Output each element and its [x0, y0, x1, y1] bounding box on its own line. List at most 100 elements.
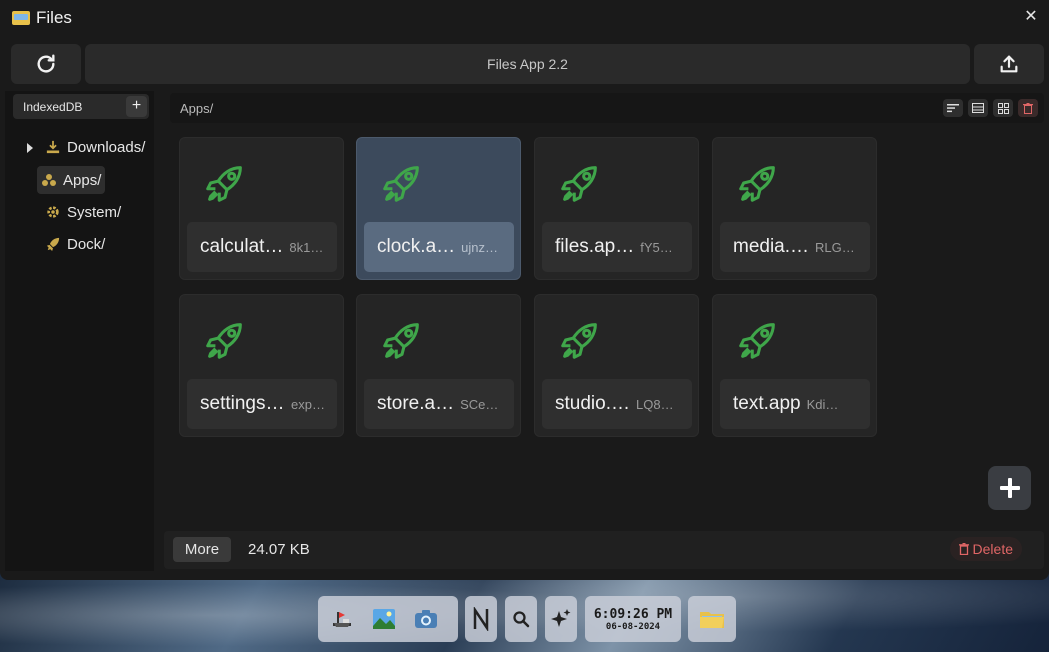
file-id: fY5M9…: [640, 239, 680, 255]
storage-label: IndexedDB: [23, 99, 83, 114]
sidebar-item-label: Apps/: [63, 171, 102, 189]
file-name: settings.…: [200, 393, 285, 414]
file-card[interactable]: settings.… exp…: [179, 294, 344, 437]
title-bar: Files ✕: [0, 0, 1049, 36]
download-icon: [45, 139, 61, 155]
trash-icon: [958, 543, 969, 555]
expand-arrow-icon[interactable]: [27, 143, 33, 153]
sort-icon: [947, 104, 959, 113]
app-title-bar: Files App 2.2: [85, 44, 970, 84]
rocket-icon: [739, 323, 775, 359]
current-path: Apps/: [180, 100, 214, 116]
list-view-button[interactable]: [968, 99, 988, 117]
window-title: Files: [36, 8, 72, 27]
file-label: settings.… exp…: [187, 379, 337, 429]
apps-icon: [41, 172, 57, 188]
status-bar: More 24.07 KB Delete: [164, 531, 1044, 569]
folder-icon: [12, 11, 30, 25]
sidebar-item-system[interactable]: System/: [41, 198, 125, 226]
files-window: Files ✕ Files App 2.2 IndexedDB + Downlo…: [0, 0, 1049, 580]
delete-label: Delete: [972, 541, 1013, 557]
rocket-icon: [561, 166, 597, 202]
total-size: 24.07 KB: [248, 541, 310, 558]
trash-icon: [1023, 102, 1033, 114]
delete-button[interactable]: Delete: [949, 537, 1022, 561]
taskbar-search: [505, 596, 537, 642]
sidebar-item-apps[interactable]: Apps/: [37, 166, 106, 194]
file-label: media.… RLGH…: [720, 222, 870, 272]
taskbar-app-photos[interactable]: [366, 601, 402, 637]
gear-icon: [45, 204, 61, 220]
file-label: calculat… 8k1s…: [187, 222, 337, 272]
rocket-icon: [561, 323, 597, 359]
sidebar-item-label: Dock/: [67, 235, 106, 253]
file-name: store.a…: [377, 393, 455, 414]
rocket-icon: [383, 323, 419, 359]
file-id: 8k1s…: [289, 239, 330, 255]
rocket-icon: [383, 166, 419, 202]
clock-time: 6:09:26 PM: [593, 606, 673, 622]
file-card[interactable]: store.a… SCeU…: [356, 294, 521, 437]
taskbar-ai: [545, 596, 577, 642]
list-view-icon: [972, 103, 984, 113]
taskbar-app-notes[interactable]: [465, 601, 497, 637]
rocket-icon: [45, 236, 61, 252]
add-storage-button[interactable]: +: [126, 96, 147, 117]
taskbar-app-files[interactable]: [688, 601, 736, 637]
file-card[interactable]: media.… RLGH…: [712, 137, 877, 280]
file-id: exp…: [291, 396, 325, 412]
file-label: text.app KdiPaA: [720, 379, 870, 429]
file-label: store.a… SCeU…: [364, 379, 514, 429]
ai-assistant-button[interactable]: [545, 601, 577, 637]
file-card[interactable]: text.app KdiPaA: [712, 294, 877, 437]
trash-view-button[interactable]: [1018, 99, 1038, 117]
file-label: clock.a… ujnz…: [364, 222, 514, 272]
grid-view-icon: [997, 102, 1009, 114]
sidebar-item-label: Downloads/: [67, 138, 146, 156]
taskbar-app-launcher[interactable]: [324, 601, 360, 637]
close-button[interactable]: ✕: [1021, 7, 1041, 27]
storage-selector[interactable]: IndexedDB +: [13, 94, 149, 119]
sidebar: IndexedDB + Downloads/ Apps/ System/ Doc…: [5, 91, 154, 571]
file-id: LQ8p…: [635, 396, 676, 412]
refresh-button[interactable]: [11, 44, 81, 84]
upload-icon: [1000, 55, 1018, 73]
taskbar-clock[interactable]: 6:09:26 PM 06-08-2024: [585, 596, 681, 642]
image-icon: [373, 609, 395, 629]
add-file-button[interactable]: [988, 466, 1031, 510]
taskbar-apps: [318, 596, 458, 642]
more-button[interactable]: More: [173, 537, 231, 562]
rocket-icon: [206, 323, 242, 359]
boat-icon: [333, 612, 351, 627]
file-name: text.app: [733, 393, 801, 414]
search-icon: [513, 611, 530, 628]
sidebar-item-dock[interactable]: Dock/: [41, 230, 109, 258]
sparkle-icon: [551, 609, 571, 627]
folder-icon: [700, 612, 724, 628]
grid-view-button[interactable]: [993, 99, 1013, 117]
n-logo-icon: [473, 607, 489, 631]
file-name: studio.…: [555, 393, 630, 414]
file-id: KdiPaA: [806, 396, 847, 412]
sidebar-item-label: System/: [67, 203, 122, 221]
path-bar: Apps/: [170, 93, 1044, 123]
file-id: SCeU…: [460, 396, 500, 412]
sort-button[interactable]: [943, 99, 963, 117]
file-id: ujnz…: [461, 239, 498, 255]
file-card[interactable]: calculat… 8k1s…: [179, 137, 344, 280]
file-browser-main: Apps/ calculat… 8k1s… clock.a… ujnz… fil…: [162, 91, 1044, 571]
file-label: files.ap… fY5M9…: [542, 222, 692, 272]
taskbar-app-camera[interactable]: [408, 601, 444, 637]
file-card[interactable]: studio.… LQ8p…: [534, 294, 699, 437]
file-label: studio.… LQ8p…: [542, 379, 692, 429]
file-card[interactable]: files.ap… fY5M9…: [534, 137, 699, 280]
file-card[interactable]: clock.a… ujnz…: [356, 137, 521, 280]
search-button[interactable]: [505, 601, 537, 637]
sidebar-item-downloads[interactable]: Downloads/: [41, 133, 149, 161]
file-name: calculat…: [200, 236, 284, 257]
file-name: media.…: [733, 236, 810, 257]
taskbar-running: [688, 596, 736, 642]
rocket-icon: [206, 166, 242, 202]
upload-button[interactable]: [974, 44, 1044, 84]
clock-date: 06-08-2024: [605, 621, 661, 632]
